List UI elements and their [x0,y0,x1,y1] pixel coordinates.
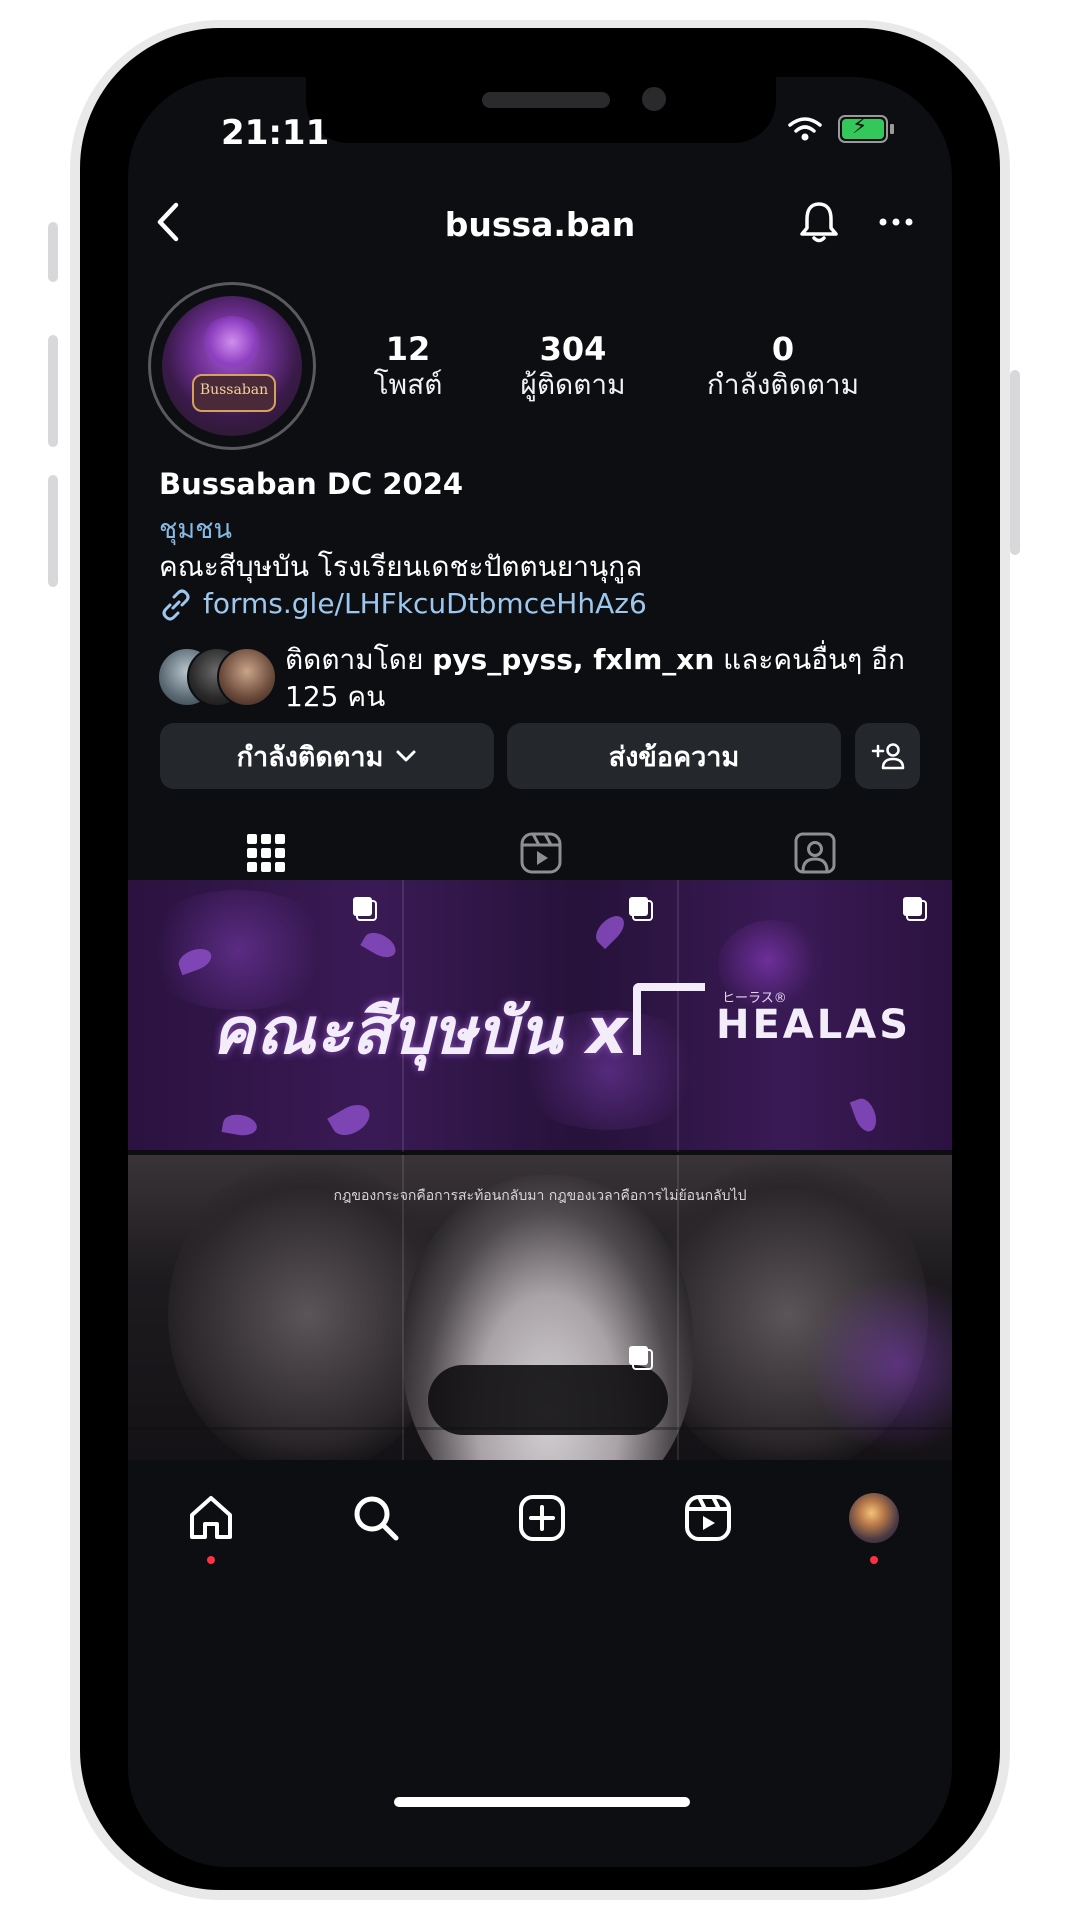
display-name: Bussaban DC 2024 [159,467,464,501]
profile-avatar[interactable]: Bussaban [148,282,316,450]
posts-grid: คณะสีบุษบัน x ヒーラス® HEALAS กฎของกระจกคือ… [128,880,952,1460]
home-notification-dot [207,1556,215,1564]
create-icon [519,1495,565,1541]
tab-tagged[interactable] [677,817,952,889]
stat-following-label: กำลังติดตาม [706,368,860,401]
art-caption: กฎของกระจกคือการสะท้อนกลับมา กฎของเวลาคื… [333,1188,747,1204]
nav-profile[interactable] [844,1488,904,1548]
profile-link[interactable]: forms.gle/LHFkcuDtbmceHhAz6 [203,587,647,620]
status-icons: ⚡ [788,114,894,143]
carousel-icon [353,897,377,921]
more-options-icon[interactable] [876,207,916,237]
mutual-followers-avatars[interactable] [157,647,277,707]
petal [221,1112,259,1138]
profile-tabs [128,817,952,889]
profile-bio: คณะสีบุษบัน โรงเรียนเดชะปัตตนยานุกูล [159,550,643,583]
tagged-icon [794,832,835,874]
profile-category: ชุมชน [159,514,232,545]
followed-by-names: pys_pyss, fxlm_xn [432,643,715,676]
tab-posts-grid[interactable] [128,817,403,889]
reels-icon [520,832,561,874]
followed-by-prefix: ติดตามโดย [285,643,433,676]
following-button-label: กำลังติดตาม [236,741,384,773]
link-icon [162,589,190,621]
petal [849,1095,881,1135]
notch [306,77,776,143]
stat-following-count: 0 [771,330,795,368]
profile-notification-dot [870,1556,878,1564]
side-button-left-2 [48,335,58,447]
petal [590,910,630,950]
grid-divider [677,880,679,1460]
stat-posts[interactable]: 12 โพสต์ [353,331,463,403]
banner-title: คณะสีบุษบัน x [212,995,629,1069]
battery-cap [890,124,894,134]
healas-logo [633,983,705,1055]
message-button-label: ส่งข้อความ [608,741,740,773]
grid-divider [402,880,404,1460]
nav-search[interactable] [346,1488,406,1548]
stat-posts-count: 12 [385,330,431,368]
banner-post[interactable]: คณะสีบุษบัน x ヒーラス® HEALAS [128,880,952,1150]
side-button-left-1 [48,222,58,282]
carousel-icon [903,897,927,921]
avatar-badge-text: Bussaban [199,382,269,398]
wifi-icon [788,117,822,141]
nav-create[interactable] [512,1488,572,1548]
chevron-down-icon [396,750,416,762]
stat-posts-label: โพสต์ [373,368,443,401]
bell-icon[interactable] [796,199,842,245]
stat-following[interactable]: 0 กำลังติดตาม [668,331,898,403]
grid-icon [246,834,285,872]
mutual-avatar-3 [217,647,277,707]
tab-reels[interactable] [403,817,678,889]
mask-graphic [428,1365,668,1435]
speaker [482,92,610,108]
side-button-left-3 [48,475,58,587]
profile-avatar-thumb [849,1493,899,1543]
nav-home[interactable] [181,1488,241,1548]
battery-icon: ⚡ [838,114,888,143]
suggested-users-button[interactable] [855,723,920,789]
following-button[interactable]: กำลังติดตาม [160,723,494,789]
side-button-right [1010,370,1020,555]
banner-brand: HEALAS [716,1002,912,1048]
home-indicator[interactable] [394,1797,690,1807]
stat-followers[interactable]: 304 ผู้ติดตาม [493,331,653,403]
nav-reels[interactable] [678,1488,738,1548]
stat-followers-label: ผู้ติดตาม [520,368,626,401]
followed-by-text[interactable]: ติดตามโดย pys_pyss, fxlm_xn และคนอื่นๆ อ… [285,641,925,715]
profile-header: bussa.ban [128,187,952,257]
home-icon [190,1496,232,1539]
screen: 21:11 ⚡ bussa.ban Bussaban 12 โพสต์ 304 … [128,77,952,1867]
carousel-icon [629,1346,653,1370]
search-icon [354,1496,399,1541]
message-button[interactable]: ส่งข้อความ [507,723,841,789]
front-camera [642,87,666,111]
grid-divider [128,1152,952,1155]
reels-icon [685,1495,731,1541]
grid-divider [128,1427,952,1430]
petal [327,1098,375,1142]
lotus-graphic [200,316,264,368]
avatar-image: Bussaban [162,296,302,436]
petal [360,927,400,963]
avatar-badge: Bussaban [192,374,276,412]
carousel-icon [629,897,653,921]
artwork-post[interactable]: กฎของกระจกคือการสะท้อนกลับมา กฎของเวลาคื… [128,1155,952,1460]
status-time: 21:11 [221,113,330,153]
add-user-icon [871,743,904,770]
stat-followers-count: 304 [539,330,607,368]
